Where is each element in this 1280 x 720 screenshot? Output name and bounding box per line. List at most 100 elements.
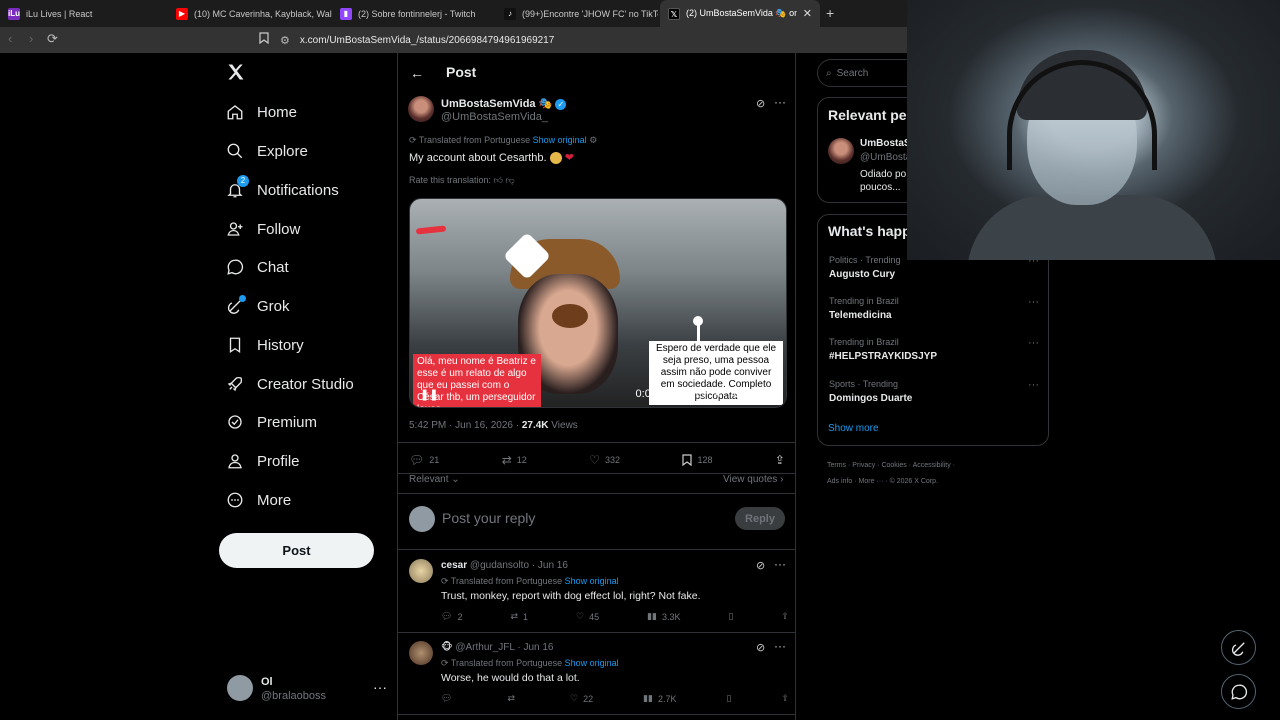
- back-arrow-icon[interactable]: ‹: [8, 31, 12, 46]
- captions-icon[interactable]: ▭: [696, 388, 706, 401]
- share-icon: ⇪: [774, 453, 785, 467]
- relevant-user-name[interactable]: UmBostaS: [860, 138, 911, 149]
- divider: [398, 632, 796, 633]
- nav-item-profile[interactable]: Profile: [224, 447, 300, 475]
- new-tab-button[interactable]: +: [826, 5, 834, 21]
- reply-action[interactable]: 💬︎ 2: [441, 611, 462, 622]
- footer-links[interactable]: Terms · Privacy · Cookies · Accessibilit…: [827, 462, 955, 469]
- repost-icon: ⇄: [507, 693, 515, 703]
- pause-icon[interactable]: ❚❚: [420, 388, 438, 401]
- reply-author-handle[interactable]: @gudansolto · Jun 16: [470, 560, 568, 571]
- back-button[interactable]: ←: [410, 65, 424, 81]
- footer-links[interactable]: Ads info · More ··· · © 2026 X Corp.: [827, 478, 938, 485]
- grok-explain-icon[interactable]: ⊘: [756, 641, 765, 654]
- forward-arrow-icon[interactable]: ›: [29, 31, 33, 46]
- nav-item-follow[interactable]: Follow: [224, 215, 300, 243]
- search-icon: [224, 140, 246, 162]
- bookmark-action[interactable]: ▯: [727, 693, 732, 704]
- trend-item[interactable]: Trending in Brazil Telemedicina ···: [829, 296, 1039, 321]
- nav-item-chat[interactable]: Chat: [224, 253, 289, 281]
- like-count: 332: [604, 455, 620, 465]
- thumbs-down-icon[interactable]: 👎︎: [505, 175, 514, 185]
- reply-author-name[interactable]: 🐵: [441, 642, 453, 653]
- post-button[interactable]: Post: [219, 533, 374, 568]
- close-tab-icon[interactable]: ✕: [797, 7, 812, 20]
- browser-tab[interactable]: ♪ (99+)Encontre 'JHOW FC' no TikTok |: [496, 0, 658, 27]
- like-action[interactable]: ♡ 332: [589, 453, 620, 467]
- reply-more-icon[interactable]: ···: [774, 639, 786, 653]
- nav-item-explore[interactable]: Explore: [224, 137, 308, 165]
- volume-slider-thumb[interactable]: [693, 316, 703, 326]
- browser-tab[interactable]: ▮ (2) Sobre fontinnelerj - Twitch: [332, 0, 496, 27]
- thumbs-up-icon[interactable]: 👍︎: [494, 175, 503, 185]
- share-action[interactable]: ⇪: [775, 453, 785, 467]
- share-action[interactable]: ⇪: [781, 611, 789, 622]
- like-action[interactable]: ♡ 45: [576, 611, 599, 622]
- reply-avatar[interactable]: [409, 641, 433, 665]
- trend-item[interactable]: Trending in Brazil #HELPSTRAYKIDSJYP ···: [829, 337, 1039, 362]
- reply-author-handle[interactable]: @Arthur_JFL · Jun 16: [455, 642, 553, 653]
- reply-action[interactable]: 💬︎: [441, 693, 457, 704]
- x-logo-icon[interactable]: [226, 62, 246, 82]
- bookmark-star-icon[interactable]: [259, 32, 269, 47]
- author-name-row[interactable]: UmBostaSemVida 🎭 ✓: [441, 97, 567, 110]
- repost-action[interactable]: ⇄: [507, 693, 520, 704]
- bookmark-action[interactable]: ▯: [728, 611, 733, 622]
- reply-action[interactable]: 💬︎ 21: [409, 453, 439, 467]
- volume-icon[interactable]: 🔈︎: [716, 388, 723, 401]
- nav-item-creator-studio[interactable]: Creator Studio: [224, 370, 354, 398]
- nav-item-premium[interactable]: Premium: [224, 408, 317, 436]
- like-action[interactable]: ♡ 22: [570, 693, 593, 704]
- author-handle[interactable]: @UmBostaSemVida_: [441, 111, 548, 123]
- browser-tab[interactable]: ▶ (10) MC Caverinha, Kayblack, Wall He: [168, 0, 332, 27]
- bookmark-action[interactable]: 128: [682, 454, 712, 466]
- repost-action[interactable]: ⇄ 1: [510, 611, 528, 622]
- reply-input[interactable]: Post your reply: [442, 510, 535, 526]
- fullscreen-icon[interactable]: ⛶: [770, 388, 778, 401]
- reply-more-icon[interactable]: ···: [774, 557, 786, 571]
- relevant-user-handle[interactable]: @UmBosta: [860, 152, 911, 163]
- reply-button[interactable]: Reply: [735, 507, 785, 530]
- reply-author-name[interactable]: cesar: [441, 560, 467, 571]
- nav-item-grok[interactable]: Grok: [224, 292, 290, 320]
- show-original-link[interactable]: Show original: [565, 658, 619, 668]
- trend-more-icon[interactable]: ···: [1028, 337, 1039, 349]
- browser-tab-active[interactable]: 𝕏 (2) UmBostaSemVida 🎭 on X ✕: [660, 0, 820, 27]
- views-action[interactable]: ▮▮ 3.3K: [647, 611, 680, 622]
- reply-avatar[interactable]: [409, 559, 433, 583]
- repost-action[interactable]: ⇄ 12: [502, 453, 527, 467]
- address-bar[interactable]: ⚙ x.com/UmBostaSemVida_/status/206698479…: [280, 30, 920, 50]
- nav-item-more[interactable]: More: [224, 486, 291, 514]
- post-timestamp[interactable]: 5:42 PM · Jun 16, 2026 ·: [409, 420, 522, 431]
- show-more-link[interactable]: Show more: [828, 423, 879, 434]
- settings-gear-icon[interactable]: ⚙: [733, 388, 743, 401]
- browser-tab[interactable]: iLu iLu Lives | React: [0, 0, 168, 27]
- trend-more-icon[interactable]: ···: [1028, 296, 1039, 308]
- share-action[interactable]: ⇪: [781, 693, 789, 704]
- reload-icon[interactable]: ⟳: [47, 31, 58, 47]
- nav-item-history[interactable]: History: [224, 331, 304, 359]
- author-avatar[interactable]: [408, 96, 434, 122]
- view-quotes-link[interactable]: View quotes ›: [723, 474, 783, 485]
- grok-fab-button[interactable]: [1221, 630, 1256, 665]
- messages-fab-button[interactable]: [1221, 674, 1256, 709]
- trend-item[interactable]: Sports · Trending Domingos Duarte ···: [829, 379, 1039, 404]
- account-switcher[interactable]: Ol @bralaoboss ···: [227, 675, 387, 703]
- pip-icon[interactable]: ⧉: [752, 388, 760, 401]
- relevant-user-avatar[interactable]: [828, 138, 854, 164]
- post-more-icon[interactable]: ···: [774, 95, 786, 109]
- sort-replies-dropdown[interactable]: Relevant ⌄: [409, 474, 460, 485]
- show-original-link[interactable]: Show original: [533, 135, 587, 145]
- video-player[interactable]: Olá, meu nome é Beatriz e esse é um rela…: [409, 198, 787, 408]
- show-original-link[interactable]: Show original: [565, 576, 619, 586]
- nav-item-home[interactable]: Home: [224, 98, 297, 126]
- account-menu-icon[interactable]: ···: [373, 679, 387, 695]
- views-action[interactable]: ▮▮ 2.7K: [643, 693, 676, 704]
- settings-icon[interactable]: ⚙: [589, 135, 597, 145]
- grok-explain-icon[interactable]: ⊘: [756, 559, 765, 572]
- site-settings-icon[interactable]: ⚙: [280, 34, 290, 47]
- trend-more-icon[interactable]: ···: [1028, 379, 1039, 391]
- views-count: 3.3K: [661, 611, 681, 622]
- nav-item-notifications[interactable]: 2 Notifications: [224, 175, 339, 204]
- grok-explain-icon[interactable]: ⊘: [756, 97, 765, 110]
